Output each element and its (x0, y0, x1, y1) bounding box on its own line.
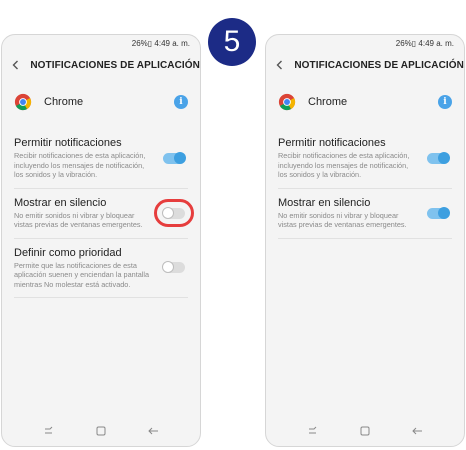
highlight-circle (154, 199, 194, 227)
show-silently-toggle[interactable] (427, 206, 450, 219)
setting-title: Mostrar en silencio (14, 196, 107, 209)
setting-description: Recibir notificaciones de esta aplicació… (278, 151, 410, 179)
step-number-badge: 5 (208, 18, 256, 66)
status-bar: 26%▯ 4:49 a. m. (395, 39, 454, 48)
divider (14, 297, 188, 298)
setting-title: Mostrar en silencio (278, 196, 371, 209)
setting-set-as-priority[interactable]: Definir como prioridad Permite que las n… (2, 239, 200, 298)
setting-description: No emitir sonidos ni vibrar y bloquear v… (14, 210, 143, 230)
info-icon[interactable]: i (174, 95, 188, 109)
setting-show-silently[interactable]: Mostrar en silencio No emitir sonidos ni… (266, 189, 464, 238)
app-header-row: Chrome i (266, 83, 464, 121)
phone-screen-before: 26%▯ 4:49 a. m. NOTIFICACIONES DE APLICA… (1, 34, 201, 447)
setting-allow-notifications[interactable]: Permitir notificaciones Recibir notifica… (2, 129, 200, 188)
status-bar: 26%▯ 4:49 a. m. (131, 39, 190, 48)
home-icon[interactable] (96, 426, 106, 436)
info-icon[interactable]: i (438, 95, 452, 109)
recent-apps-icon[interactable] (307, 426, 319, 436)
setting-title: Permitir notificaciones (278, 137, 386, 149)
page-title: NOTIFICACIONES DE APLICACIÓN (30, 59, 200, 71)
setting-description: No emitir sonidos ni vibrar y bloquear v… (278, 210, 407, 230)
back-icon[interactable] (411, 426, 423, 436)
chrome-icon (278, 93, 296, 111)
allow-notifications-toggle[interactable] (427, 151, 450, 164)
back-icon[interactable] (147, 426, 159, 436)
app-name: Chrome (44, 96, 84, 108)
phone-screen-after: 26%▯ 4:49 a. m. NOTIFICACIONES DE APLICA… (265, 34, 465, 447)
setting-title: Definir como prioridad (14, 246, 122, 259)
setting-allow-notifications[interactable]: Permitir notificaciones Recibir notifica… (266, 129, 464, 188)
divider (278, 237, 452, 239)
app-name: Chrome (308, 96, 348, 108)
home-icon[interactable] (360, 426, 370, 436)
navigation-bar (266, 416, 464, 446)
page-title: NOTIFICACIONES DE APLICACIÓN (294, 59, 464, 71)
chrome-icon (14, 93, 32, 111)
app-bar: NOTIFICACIONES DE APLICACIÓN (2, 51, 200, 79)
priority-toggle[interactable] (162, 261, 185, 274)
allow-notifications-toggle[interactable] (163, 151, 186, 164)
setting-title: Permitir notificaciones (14, 137, 122, 149)
setting-description: Permite que las notificaciones de esta a… (14, 260, 150, 289)
setting-show-silently[interactable]: Mostrar en silencio No emitir sonidos ni… (2, 189, 200, 238)
back-arrow-icon[interactable] (274, 58, 286, 72)
back-arrow-icon[interactable] (10, 58, 22, 72)
app-bar: NOTIFICACIONES DE APLICACIÓN (266, 51, 464, 79)
app-header-row: Chrome i (2, 83, 200, 121)
setting-description: Recibir notificaciones de esta aplicació… (14, 151, 146, 179)
recent-apps-icon[interactable] (43, 426, 55, 436)
navigation-bar (2, 416, 200, 446)
